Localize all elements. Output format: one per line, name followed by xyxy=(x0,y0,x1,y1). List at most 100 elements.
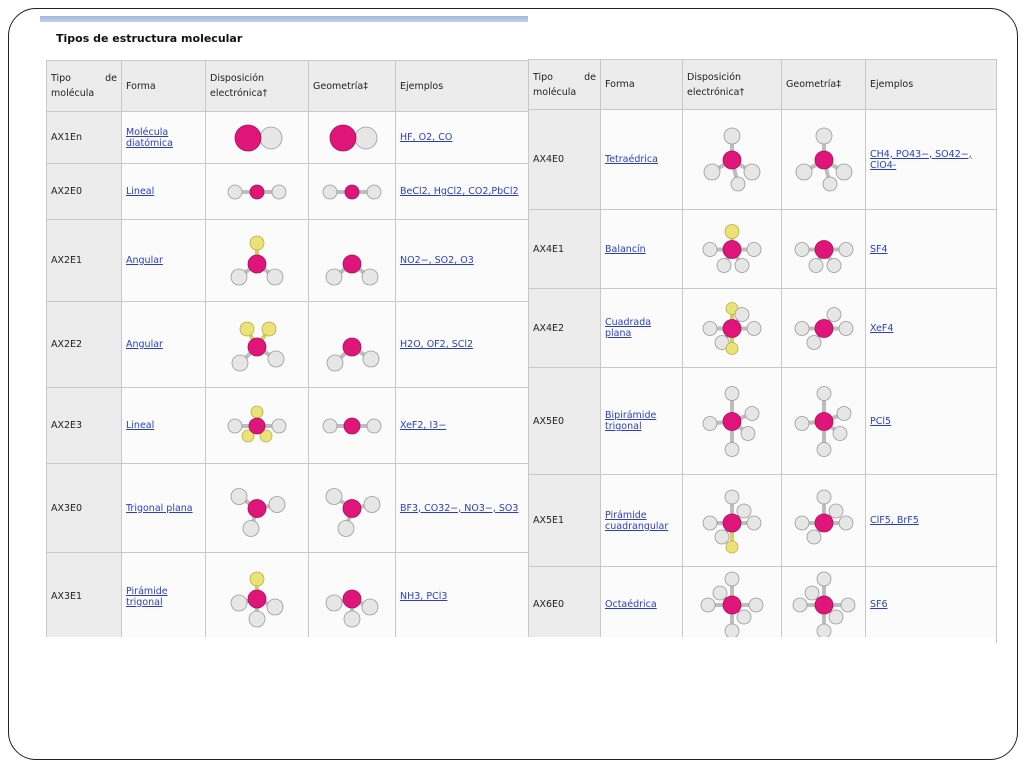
outer-atom xyxy=(702,415,718,431)
central-atom xyxy=(342,589,362,608)
central-atom xyxy=(722,411,742,431)
outer-atom xyxy=(702,320,718,336)
shape-link[interactable]: Lineal xyxy=(126,186,154,197)
examples-cell: PCl5 xyxy=(865,367,997,475)
electronic-arrangement-model xyxy=(703,127,761,191)
geometry-cell xyxy=(781,109,866,210)
outer-atom xyxy=(822,176,837,191)
shape-name-cell: Pirámide trigonal xyxy=(121,552,206,641)
shape-link[interactable]: Bipirámide trigonal xyxy=(605,410,656,432)
lone-pair-atom xyxy=(725,341,739,355)
lone-pair-atom xyxy=(249,235,265,250)
lone-pair-atom xyxy=(239,321,255,336)
lone-pair-atom xyxy=(725,540,739,553)
electronic-arrangement-cell xyxy=(205,219,309,302)
examples-link[interactable]: BeCl2, HgCl2, CO2,PbCl2 xyxy=(400,186,519,197)
shape-link[interactable]: Cuadrada plana xyxy=(605,317,651,339)
outer-atom xyxy=(266,598,284,615)
shape-name-cell: Trigonal plana xyxy=(121,463,206,553)
geometry-model xyxy=(794,489,853,544)
electronic-arrangement-model xyxy=(231,321,285,371)
outer-atom xyxy=(230,268,248,285)
molecule-type-cell: AX5E1 xyxy=(528,474,601,567)
geometry-model xyxy=(322,417,382,434)
geometry-cell xyxy=(308,111,396,164)
central-atom xyxy=(814,318,833,338)
shape-link[interactable]: Molécula diatómica xyxy=(126,127,173,149)
geometry-model xyxy=(325,589,379,627)
electronic-arrangement-model xyxy=(702,301,762,355)
central-atom xyxy=(722,150,742,169)
table-row: AX2E2 Angular H2O, OF2, SCl2 xyxy=(46,301,530,388)
geometry-model xyxy=(795,127,852,191)
electronic-arrangement-model xyxy=(230,235,284,285)
header-ejemplos: Ejemplos xyxy=(395,60,530,112)
examples-link[interactable]: NH3, PCl3 xyxy=(400,591,447,602)
examples-link[interactable]: CH4, PO43−, SO42−, ClO4- xyxy=(870,149,972,171)
outer-atom xyxy=(838,515,853,530)
header-geometria: Geometría‡ xyxy=(308,60,396,112)
examples-link[interactable]: H2O, OF2, SCl2 xyxy=(400,339,473,350)
header-bar xyxy=(40,16,528,22)
outer-atom xyxy=(816,385,831,401)
shape-name-cell: Cuadrada plana xyxy=(600,288,683,368)
molecule-type-cell: AX4E0 xyxy=(528,109,601,210)
shape-link[interactable]: Pirámide cuadrangular xyxy=(605,510,668,532)
geometry-model xyxy=(325,487,381,537)
outer-atom xyxy=(840,597,855,612)
outer-atom xyxy=(835,163,852,180)
outer-atom xyxy=(838,320,853,336)
shape-name-cell: Lineal xyxy=(121,163,206,220)
shape-link[interactable]: Balancín xyxy=(605,244,646,255)
examples-link[interactable]: SF4 xyxy=(870,244,888,255)
examples-link[interactable]: ClF5, BrF5 xyxy=(870,515,919,526)
outer-atom xyxy=(716,257,732,273)
geometry-cell xyxy=(308,463,396,553)
outer-atom xyxy=(828,503,843,518)
shape-link[interactable]: Trigonal plana xyxy=(126,503,193,514)
outer-atom xyxy=(806,334,821,350)
electronic-arrangement-cell xyxy=(682,109,782,210)
central-atom xyxy=(722,513,742,532)
shape-name-cell: Pirámide cuadrangular xyxy=(600,474,683,567)
outer-atom xyxy=(806,529,821,544)
outer-atom xyxy=(746,241,762,257)
molecule-type-cell: AX2E1 xyxy=(46,219,122,302)
geometry-cell xyxy=(308,219,396,302)
examples-link[interactable]: BF3, CO32−, NO3−, SO3 xyxy=(400,503,518,514)
examples-link[interactable]: NO2−, SO2, O3 xyxy=(400,255,474,266)
examples-cell: SF4 xyxy=(865,209,997,289)
examples-cell: BF3, CO32−, NO3−, SO3 xyxy=(395,463,530,553)
central-atom xyxy=(248,417,266,434)
examples-cell: ClF5, BrF5 xyxy=(865,474,997,567)
outer-atom xyxy=(363,495,381,513)
electronic-arrangement-model xyxy=(702,489,762,553)
outer-atom xyxy=(361,598,379,615)
shape-link[interactable]: Angular xyxy=(126,255,163,266)
shape-link[interactable]: Angular xyxy=(126,339,163,350)
outer-atom xyxy=(832,425,847,441)
outer-atom xyxy=(736,609,752,624)
examples-link[interactable]: XeF4 xyxy=(870,323,893,334)
examples-link[interactable]: SF6 xyxy=(870,599,888,610)
electronic-arrangement-cell xyxy=(205,387,309,464)
shape-link[interactable]: Lineal xyxy=(126,420,154,431)
central-atom xyxy=(814,411,833,431)
examples-link[interactable]: XeF2, I3− xyxy=(400,420,446,431)
central-atom xyxy=(814,239,833,259)
shape-name-cell: Octaédrica xyxy=(600,566,683,643)
shape-link[interactable]: Tetraédrica xyxy=(605,154,658,165)
examples-link[interactable]: HF, O2, CO xyxy=(400,132,452,143)
outer-atom xyxy=(723,127,741,144)
geometry-model xyxy=(322,184,382,199)
examples-link[interactable]: PCl5 xyxy=(870,416,891,427)
geometry-model xyxy=(794,239,853,273)
electronic-arrangement-cell xyxy=(205,552,309,641)
shape-link[interactable]: Octaédrica xyxy=(605,599,657,610)
shape-name-cell: Angular xyxy=(121,301,206,388)
header-disposicion: Disposición electrónica† xyxy=(205,60,309,112)
outer-atom xyxy=(325,487,343,505)
outer-atom xyxy=(724,385,740,401)
shape-link[interactable]: Pirámide trigonal xyxy=(126,586,168,608)
outer-atom xyxy=(734,257,750,273)
